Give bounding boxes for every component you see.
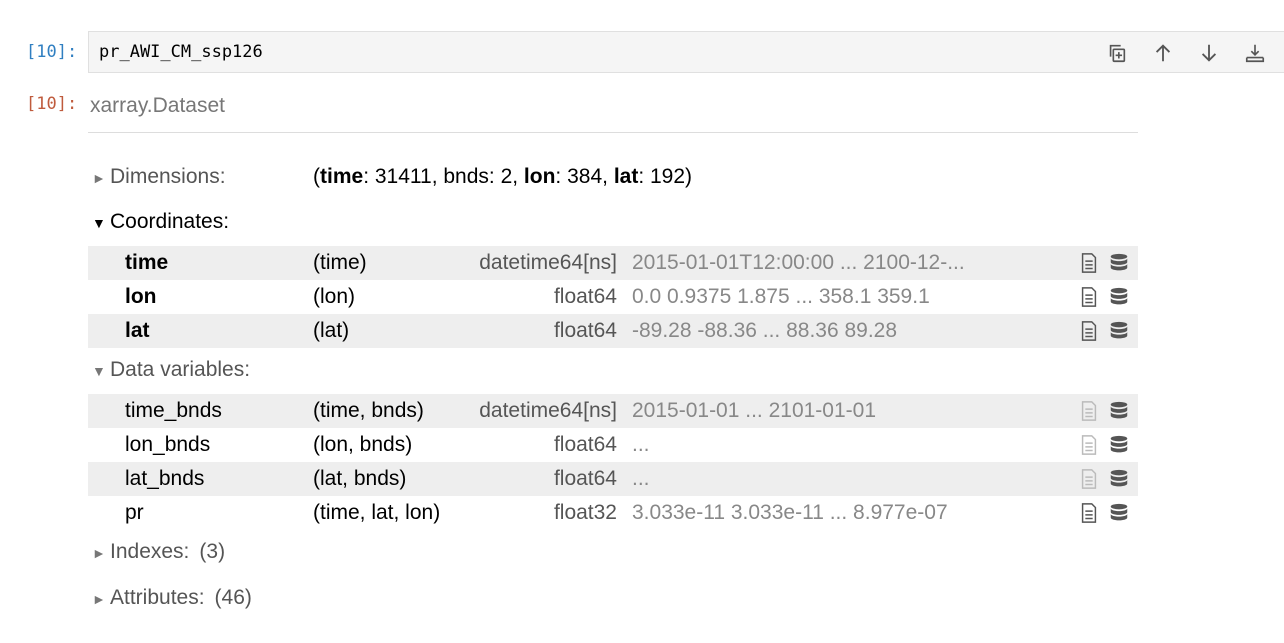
data-variables-table: time_bnds (time, bnds) datetime64[ns] 20…: [88, 394, 1138, 530]
output-prompt: [10]:: [26, 94, 78, 114]
duplicate-cell-button[interactable]: [1101, 40, 1133, 66]
table-row: time (time) datetime64[ns] 2015-01-01T12…: [88, 246, 1138, 280]
data-database-icon[interactable]: [1108, 468, 1130, 490]
section-dimensions[interactable]: ► Dimensions:: [92, 165, 226, 189]
data-database-icon[interactable]: [1108, 320, 1130, 342]
collapsed-arrow-icon: ►: [92, 170, 106, 186]
var-dims: (time, bnds): [313, 399, 424, 422]
data-database-icon[interactable]: [1108, 252, 1130, 274]
duplicate-icon: [1109, 44, 1126, 63]
var-name: lat_bnds: [125, 467, 205, 490]
code-text[interactable]: pr_AWI_CM_ssp126: [99, 42, 263, 62]
data-database-icon[interactable]: [1108, 502, 1130, 524]
var-name: lat: [125, 319, 150, 342]
collapsed-arrow-icon: ►: [92, 591, 106, 607]
move-up-button[interactable]: [1147, 40, 1179, 66]
expanded-arrow-icon: ▼: [92, 363, 106, 379]
data-database-icon[interactable]: [1108, 286, 1130, 308]
var-dtype: datetime64[ns]: [479, 251, 617, 274]
arrow-up-icon: [1155, 44, 1171, 62]
var-preview: -89.28 -88.36 ... 88.36 89.28: [632, 319, 898, 342]
table-row: time_bnds (time, bnds) datetime64[ns] 20…: [88, 394, 1138, 428]
code-cell-editor[interactable]: pr_AWI_CM_ssp126: [88, 31, 1284, 73]
var-name: lon_bnds: [125, 433, 211, 456]
data-database-icon[interactable]: [1108, 400, 1130, 422]
attributes-file-icon[interactable]: [1078, 252, 1100, 274]
indexes-count: (3): [199, 540, 226, 563]
var-preview: 0.0 0.9375 1.875 ... 358.1 359.1: [632, 285, 930, 308]
var-dtype: float64: [553, 285, 617, 308]
attributes-file-icon[interactable]: [1078, 502, 1100, 524]
table-row: lon (lon) float64 0.0 0.9375 1.875 ... 3…: [88, 280, 1138, 314]
data-variables-label: Data variables:: [110, 358, 251, 381]
var-name: time_bnds: [125, 399, 222, 422]
data-database-icon[interactable]: [1108, 434, 1130, 456]
var-dims: (time): [313, 251, 367, 274]
input-prompt: [10]:: [26, 42, 78, 62]
var-preview: 2015-01-01T12:00:00 ... 2100-12-...: [632, 251, 965, 274]
var-dtype: float64: [553, 319, 617, 342]
title-divider: [88, 132, 1138, 133]
move-down-button[interactable]: [1193, 40, 1225, 66]
insert-below-button[interactable]: [1239, 40, 1271, 66]
dataset-type-title: xarray.Dataset: [90, 94, 225, 117]
table-row: lat (lat) float64 -89.28 -88.36 ... 88.3…: [88, 314, 1138, 348]
var-dtype: float64: [553, 433, 617, 456]
insert-below-icon: [1245, 44, 1265, 63]
var-dtype: datetime64[ns]: [479, 399, 617, 422]
table-row: lat_bnds (lat, bnds) float64 ...: [88, 462, 1138, 496]
attributes-file-icon[interactable]: [1078, 468, 1100, 490]
section-indexes[interactable]: ► Indexes: (3): [92, 540, 225, 564]
var-dims: (time, lat, lon): [313, 501, 441, 524]
attributes-file-icon[interactable]: [1078, 400, 1100, 422]
var-preview: 3.033e-11 3.033e-11 ... 8.977e-07: [632, 501, 948, 524]
section-coordinates[interactable]: ▼ Coordinates:: [92, 210, 229, 234]
table-row: pr (time, lat, lon) float32 3.033e-11 3.…: [88, 496, 1138, 530]
var-preview: ...: [632, 467, 650, 490]
dimensions-values: (time: 31411, bnds: 2, lon: 384, lat: 19…: [313, 165, 693, 188]
table-row: lon_bnds (lon, bnds) float64 ...: [88, 428, 1138, 462]
arrow-down-icon: [1201, 44, 1217, 62]
var-dims: (lat, bnds): [313, 467, 407, 490]
section-data-variables[interactable]: ▼ Data variables:: [92, 358, 250, 382]
var-preview: ...: [632, 433, 650, 456]
attributes-label: Attributes:: [110, 586, 205, 609]
var-dims: (lat): [313, 319, 350, 342]
attributes-file-icon[interactable]: [1078, 286, 1100, 308]
dimensions-label: Dimensions:: [110, 165, 226, 188]
var-name: pr: [125, 501, 144, 524]
attributes-count: (46): [214, 586, 252, 609]
var-dims: (lon, bnds): [313, 433, 413, 456]
attributes-file-icon[interactable]: [1078, 320, 1100, 342]
var-name: lon: [125, 285, 157, 308]
indexes-label: Indexes:: [110, 540, 190, 563]
var-name: time: [125, 251, 169, 274]
coordinates-label: Coordinates:: [110, 210, 230, 233]
var-dtype: float64: [553, 467, 617, 490]
var-dims: (lon): [313, 285, 356, 308]
section-attributes[interactable]: ► Attributes: (46): [92, 586, 252, 610]
coordinates-table: time (time) datetime64[ns] 2015-01-01T12…: [88, 246, 1138, 348]
expanded-arrow-icon: ▼: [92, 215, 106, 231]
var-preview: 2015-01-01 ... 2101-01-01: [632, 399, 877, 422]
cell-toolbar: [1101, 40, 1271, 66]
var-dtype: float32: [553, 501, 617, 524]
collapsed-arrow-icon: ►: [92, 545, 106, 561]
attributes-file-icon[interactable]: [1078, 434, 1100, 456]
